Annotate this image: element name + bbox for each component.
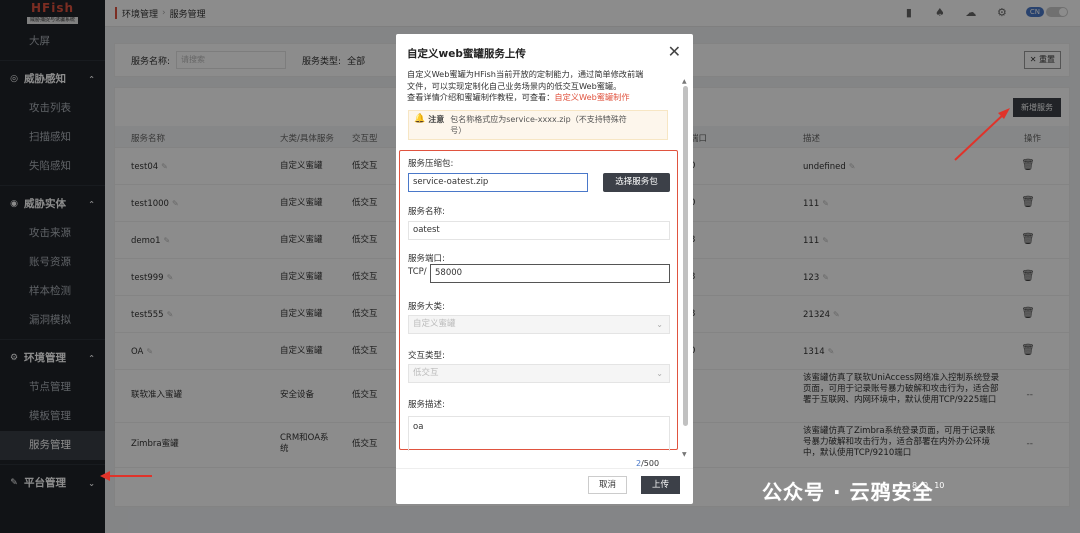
port-label: 服务端口: xyxy=(408,254,445,264)
desc-line: 文件，可以实现定制化自己业务场景内的低交互Web蜜罐。 xyxy=(407,80,622,91)
warning-icon: 🔔 xyxy=(414,114,426,124)
category-value: 自定义蜜罐 xyxy=(413,319,456,329)
arrowhead xyxy=(100,471,110,481)
interaction-label: 交互类型: xyxy=(408,351,445,361)
count-max: /500 xyxy=(641,459,660,468)
modal-title: 自定义web蜜罐服务上传 xyxy=(407,48,526,60)
category-select[interactable]: 自定义蜜罐 ⌄ xyxy=(408,315,670,334)
scroll-down-icon[interactable]: ▼ xyxy=(682,451,687,458)
category-label: 服务大类: xyxy=(408,302,445,312)
notice-line: 包名称格式应为service-xxxx.zip（不支持特殊符 xyxy=(450,115,627,124)
choose-package-button[interactable]: 选择服务包 xyxy=(603,173,670,192)
notice-text: 包名称格式应为service-xxxx.zip（不支持特殊符 号） xyxy=(450,114,627,139)
upload-button[interactable]: 上传 xyxy=(641,476,680,494)
app: HFish 威胁捕捉与诱骗系统 大屏 ◎ 威胁感知 ⌃ 攻击列表 扫描感知 失陷感知… xyxy=(0,0,1080,533)
scroll-up-icon[interactable]: ▲ xyxy=(682,78,687,85)
watermark: 公众号 · 云鸦安全 xyxy=(762,480,934,504)
notice-title: 注意 xyxy=(428,115,445,124)
notice-box: 🔔 注意 包名称格式应为service-xxxx.zip（不支持特殊符 号） xyxy=(408,110,668,140)
package-input[interactable]: service-oatest.zip xyxy=(408,173,588,192)
close-icon[interactable]: ✕ xyxy=(668,42,681,61)
tutorial-link[interactable]: 自定义Web蜜罐制作 xyxy=(554,92,629,102)
description-textarea[interactable]: oa xyxy=(408,416,670,451)
service-name-input[interactable]: oatest xyxy=(408,221,670,240)
interaction-value: 低交互 xyxy=(413,368,439,378)
modal-footer-divider xyxy=(396,468,693,469)
arrow-line xyxy=(954,112,1006,161)
scroll-thumb[interactable] xyxy=(683,86,688,426)
desc-line: 自定义Web蜜罐为HFish当前开放的定制能力，通过简单修改前端 xyxy=(407,69,644,79)
description-label: 服务描述: xyxy=(408,400,445,410)
cancel-button[interactable]: 取消 xyxy=(588,476,627,494)
upload-form: 服务压缩包: service-oatest.zip 选择服务包 服务名称: oa… xyxy=(399,150,678,451)
modal-scrollbar[interactable]: ▲ ▼ xyxy=(682,78,689,458)
name-label: 服务名称: xyxy=(408,207,445,217)
desc-line: 查看详情介绍和蜜罐制作教程，可查看： xyxy=(407,92,555,102)
port-input[interactable]: 58000 xyxy=(430,264,670,283)
notice-line: 号） xyxy=(450,126,467,135)
chevron-down-icon: ⌄ xyxy=(656,320,663,329)
port-prefix: TCP/ xyxy=(408,267,427,277)
interaction-select[interactable]: 低交互 ⌄ xyxy=(408,364,670,383)
modal-description: 自定义Web蜜罐为HFish当前开放的定制能力，通过简单修改前端 文件，可以实现… xyxy=(407,69,672,104)
pkg-label: 服务压缩包: xyxy=(408,159,454,169)
chevron-down-icon: ⌄ xyxy=(656,369,663,378)
upload-service-modal: 自定义web蜜罐服务上传 ✕ 自定义Web蜜罐为HFish当前开放的定制能力，通… xyxy=(396,34,693,504)
char-counter: 2/500 xyxy=(636,459,659,468)
